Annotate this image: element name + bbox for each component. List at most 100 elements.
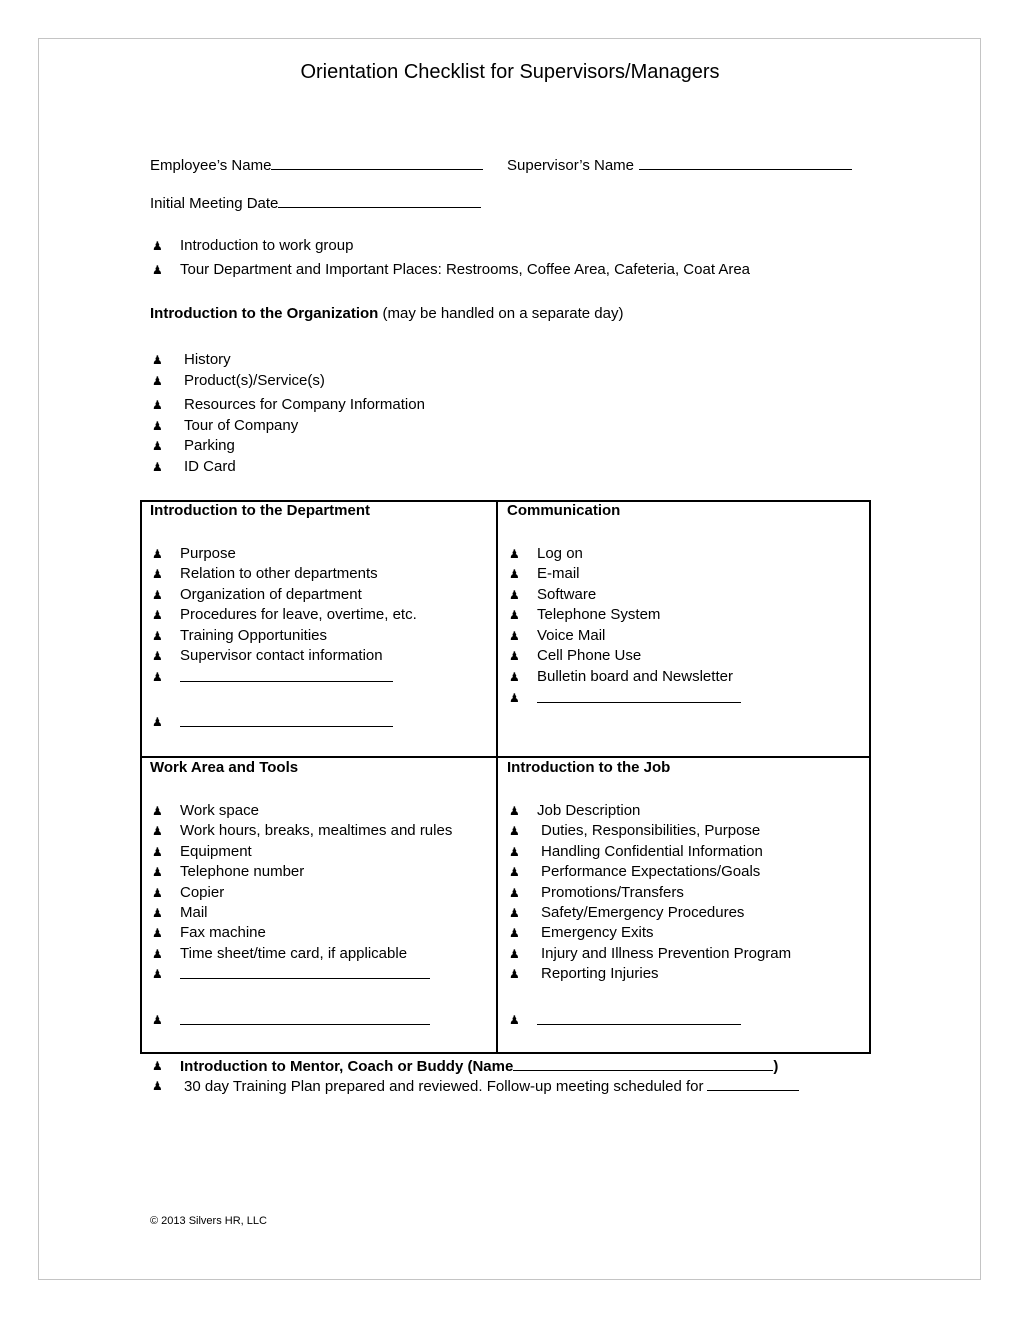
checklist-item[interactable]: ♟ Time sheet/time card, if applicable <box>152 944 407 964</box>
pawn-bullet-icon: ♟ <box>509 691 520 705</box>
blank-line-input[interactable] <box>180 1010 430 1025</box>
checklist-item[interactable]: ♟ Introduction to work group <box>152 236 353 256</box>
pawn-bullet-icon: ♟ <box>152 845 163 859</box>
pawn-bullet-icon: ♟ <box>152 460 163 474</box>
checklist-item[interactable]: ♟ Purpose <box>152 544 236 564</box>
pawn-bullet-icon: ♟ <box>509 906 520 920</box>
pawn-bullet-icon: ♟ <box>152 239 163 253</box>
employee-name-input[interactable] <box>271 155 484 170</box>
checklist-item[interactable]: ♟ Equipment <box>152 842 252 862</box>
checklist-item[interactable]: ♟ Supervisor contact information <box>152 646 383 666</box>
organization-heading-note: (may be handled on a separate day) <box>378 305 624 322</box>
training-plan-checklist-item[interactable]: ♟ 30 day Training Plan prepared and revie… <box>152 1076 800 1097</box>
pawn-bullet-icon: ♟ <box>509 567 520 581</box>
initial-meeting-date-input[interactable] <box>278 193 482 208</box>
mentor-checklist-item[interactable]: ♟ Introduction to Mentor, Coach or Buddy … <box>152 1056 778 1077</box>
pawn-bullet-icon: ♟ <box>152 374 163 388</box>
pawn-bullet-icon: ♟ <box>509 1013 520 1027</box>
checklist-item[interactable]: ♟ Work space <box>152 801 259 821</box>
blank-line-input[interactable] <box>180 712 393 727</box>
pawn-bullet-icon: ♟ <box>152 263 163 277</box>
blank-line-input[interactable] <box>180 964 430 979</box>
blank-checklist-item[interactable]: ♟ <box>509 688 741 709</box>
supervisor-name-label: Supervisor’s Name <box>507 157 634 174</box>
pawn-bullet-icon: ♟ <box>152 398 163 412</box>
pawn-bullet-icon: ♟ <box>152 967 163 981</box>
checklist-item[interactable]: ♟ Job Description <box>509 801 640 821</box>
mentor-label: Introduction to Mentor, Coach or Buddy (… <box>180 1058 514 1075</box>
checklist-item[interactable]: ♟ Duties, Responsibilities, Purpose <box>509 821 760 841</box>
checklist-item[interactable]: ♟ Handling Confidential Information <box>509 842 763 862</box>
mentor-name-input[interactable] <box>513 1056 774 1071</box>
checklist-item[interactable]: ♟ Promotions/Transfers <box>509 883 684 903</box>
pawn-bullet-icon: ♟ <box>152 824 163 838</box>
pawn-bullet-icon: ♟ <box>152 567 163 581</box>
checklist-item[interactable]: ♟ Resources for Company Information <box>152 395 425 415</box>
checklist-item[interactable]: ♟ Cell Phone Use <box>509 646 641 666</box>
pawn-bullet-icon: ♟ <box>152 886 163 900</box>
checklist-item[interactable]: ♟ Procedures for leave, overtime, etc. <box>152 605 417 625</box>
pawn-bullet-icon: ♟ <box>152 608 163 622</box>
checklist-item[interactable]: ♟ Safety/Emergency Procedures <box>509 903 744 923</box>
pawn-bullet-icon: ♟ <box>152 804 163 818</box>
employee-name-field: Employee’s Name <box>150 155 484 176</box>
checklist-item[interactable]: ♟ Log on <box>509 544 583 564</box>
pawn-bullet-icon: ♟ <box>152 353 163 367</box>
pawn-bullet-icon: ♟ <box>152 588 163 602</box>
blank-checklist-item[interactable]: ♟ <box>152 964 430 985</box>
blank-checklist-item[interactable]: ♟ <box>509 1010 741 1031</box>
training-plan-label: 30 day Training Plan prepared and review… <box>184 1078 704 1095</box>
follow-up-date-input[interactable] <box>707 1076 800 1091</box>
checklist-item[interactable]: ♟ Tour Department and Important Places: R… <box>152 260 750 280</box>
checklist-item[interactable]: ♟ Voice Mail <box>509 626 605 646</box>
pawn-bullet-icon: ♟ <box>152 649 163 663</box>
initial-meeting-date-label: Initial Meeting Date <box>150 195 279 212</box>
pawn-bullet-icon: ♟ <box>509 608 520 622</box>
checklist-item[interactable]: ♟ Product(s)/Service(s) <box>152 371 325 391</box>
checklist-item[interactable]: ♟ Emergency Exits <box>509 923 654 943</box>
supervisor-name-field: Supervisor’s Name <box>507 155 852 176</box>
checklist-item[interactable]: ♟ Bulletin board and Newsletter <box>509 667 733 687</box>
checklist-item[interactable]: ♟ ID Card <box>152 457 236 477</box>
initial-meeting-date-field: Initial Meeting Date <box>150 193 482 214</box>
pawn-bullet-icon: ♟ <box>152 1013 163 1027</box>
blank-checklist-item[interactable]: ♟ <box>152 667 393 688</box>
checklist-item[interactable]: ♟ Mail <box>152 903 208 923</box>
checklist-item[interactable]: ♟ Organization of department <box>152 585 362 605</box>
checklist-item[interactable]: ♟ Tour of Company <box>152 416 298 436</box>
checklist-item[interactable]: ♟ Training Opportunities <box>152 626 327 646</box>
pawn-bullet-icon: ♟ <box>509 967 520 981</box>
blank-checklist-item[interactable]: ♟ <box>152 1010 430 1031</box>
pawn-bullet-icon: ♟ <box>509 845 520 859</box>
checklist-item[interactable]: ♟ E-mail <box>509 564 580 584</box>
checklist-item[interactable]: ♟ Injury and Illness Prevention Program <box>509 944 791 964</box>
checklist-item[interactable]: ♟ Telephone System <box>509 605 660 625</box>
checklist-item[interactable]: ♟ Reporting Injuries <box>509 964 659 984</box>
pawn-bullet-icon: ♟ <box>509 886 520 900</box>
blank-line-input[interactable] <box>537 688 741 703</box>
supervisor-name-input[interactable] <box>639 155 852 170</box>
checklist-item[interactable]: ♟ Work hours, breaks, mealtimes and rules <box>152 821 452 841</box>
pawn-bullet-icon: ♟ <box>152 1059 163 1073</box>
checklist-item[interactable]: ♟ Telephone number <box>152 862 304 882</box>
grid-column-divider <box>496 500 498 1054</box>
checklist-item[interactable]: ♟ Performance Expectations/Goals <box>509 862 760 882</box>
pawn-bullet-icon: ♟ <box>509 804 520 818</box>
communication-heading: Communication <box>507 502 621 519</box>
checklist-item[interactable]: ♟ History <box>152 350 231 370</box>
pawn-bullet-icon: ♟ <box>152 419 163 433</box>
checklist-item[interactable]: ♟ Fax machine <box>152 923 266 943</box>
checklist-item[interactable]: ♟ Parking <box>152 436 235 456</box>
pawn-bullet-icon: ♟ <box>152 906 163 920</box>
blank-line-input[interactable] <box>537 1010 741 1025</box>
checklist-item[interactable]: ♟ Copier <box>152 883 224 903</box>
pawn-bullet-icon: ♟ <box>152 715 163 729</box>
blank-checklist-item[interactable]: ♟ <box>152 712 393 733</box>
pawn-bullet-icon: ♟ <box>152 629 163 643</box>
checklist-item[interactable]: ♟ Software <box>509 585 596 605</box>
pawn-bullet-icon: ♟ <box>509 670 520 684</box>
pawn-bullet-icon: ♟ <box>509 926 520 940</box>
blank-line-input[interactable] <box>180 667 393 682</box>
pawn-bullet-icon: ♟ <box>152 439 163 453</box>
checklist-item[interactable]: ♟ Relation to other departments <box>152 564 378 584</box>
